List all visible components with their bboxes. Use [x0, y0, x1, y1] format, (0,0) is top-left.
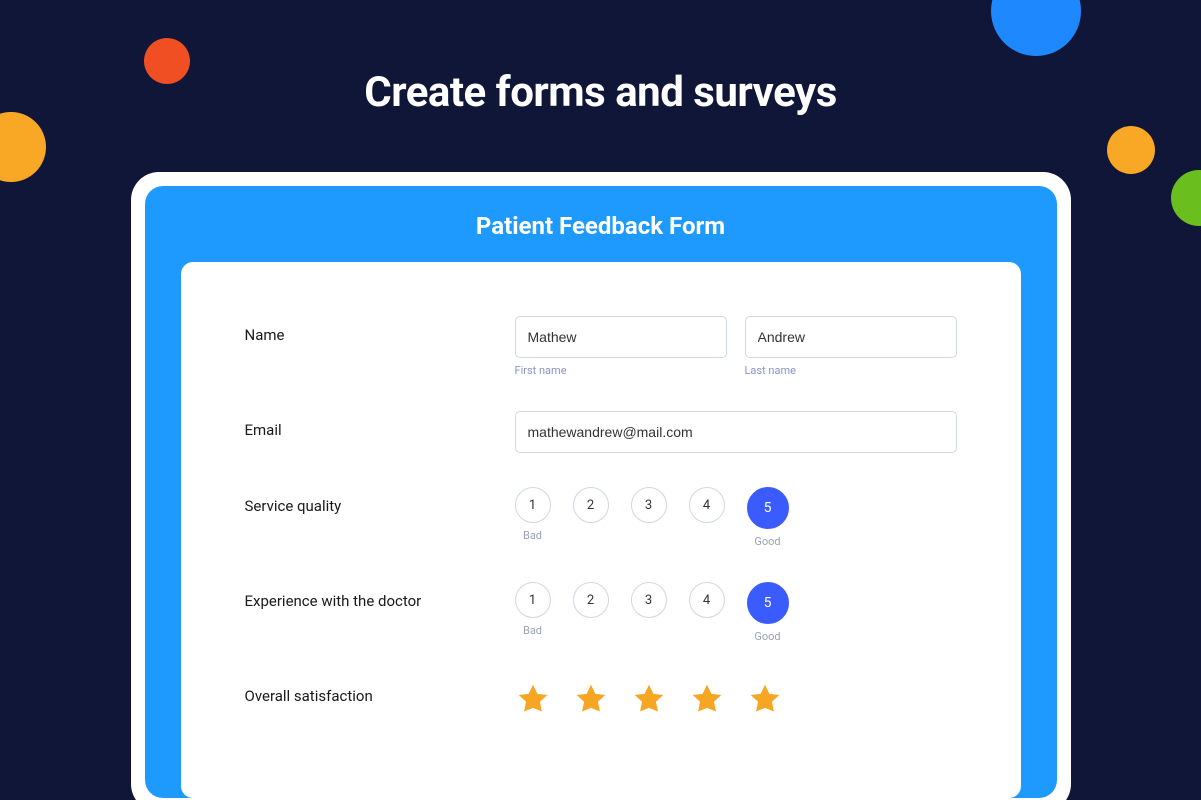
- rating-option-5[interactable]: 5: [747, 582, 789, 624]
- decor-circle-yellow-right: [1107, 126, 1155, 174]
- first-name-caption: First name: [515, 364, 727, 377]
- rating-option-4[interactable]: 4: [689, 487, 725, 523]
- rating-option-1[interactable]: 1: [515, 487, 551, 523]
- row-satisfaction: Overall satisfaction: [245, 677, 957, 717]
- star-icon[interactable]: [515, 681, 551, 717]
- rating-option-5[interactable]: 5: [747, 487, 789, 529]
- star-icon[interactable]: [573, 681, 609, 717]
- star-icon[interactable]: [631, 681, 667, 717]
- rating-option-1[interactable]: 1: [515, 582, 551, 618]
- name-label: Name: [245, 316, 515, 344]
- first-name-input[interactable]: [515, 316, 727, 358]
- star-icon[interactable]: [689, 681, 725, 717]
- row-email: Email: [245, 411, 957, 453]
- rating-option-3[interactable]: 3: [631, 582, 667, 618]
- service-quality-rating: 1 Bad 2345 Good: [515, 487, 957, 548]
- rating-caption: Good: [754, 535, 780, 548]
- last-name-input[interactable]: [745, 316, 957, 358]
- last-name-caption: Last name: [745, 364, 957, 377]
- email-label: Email: [245, 411, 515, 439]
- rating-option-4[interactable]: 4: [689, 582, 725, 618]
- star-icon[interactable]: [747, 681, 783, 717]
- rating-caption: Good: [754, 630, 780, 643]
- form-card: Name First name Last name: [181, 262, 1021, 798]
- form-container: Patient Feedback Form Name First name La…: [145, 186, 1057, 798]
- email-input[interactable]: [515, 411, 957, 453]
- rating-caption: Bad: [523, 624, 542, 637]
- row-service-quality: Service quality 1 Bad 2345 Good: [245, 487, 957, 548]
- decor-circle-orange: [144, 38, 190, 84]
- form-title: Patient Feedback Form: [476, 212, 725, 240]
- decor-circle-yellow-left: [0, 112, 46, 182]
- rating-caption: Bad: [523, 529, 542, 542]
- row-experience: Experience with the doctor 1 Bad 2345 Good: [245, 582, 957, 643]
- rating-option-3[interactable]: 3: [631, 487, 667, 523]
- experience-rating: 1 Bad 2345 Good: [515, 582, 957, 643]
- row-name: Name First name Last name: [245, 316, 957, 377]
- rating-option-2[interactable]: 2: [573, 487, 609, 523]
- rating-option-2[interactable]: 2: [573, 582, 609, 618]
- device-frame: Patient Feedback Form Name First name La…: [131, 172, 1071, 800]
- experience-label: Experience with the doctor: [245, 582, 515, 610]
- service-quality-label: Service quality: [245, 487, 515, 515]
- satisfaction-label: Overall satisfaction: [245, 677, 515, 705]
- decor-circle-green: [1171, 170, 1201, 226]
- satisfaction-stars: [515, 677, 957, 717]
